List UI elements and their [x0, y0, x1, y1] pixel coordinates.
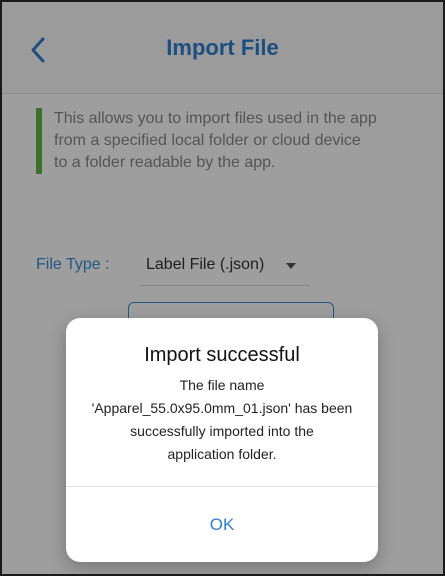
- ok-button[interactable]: OK: [66, 487, 378, 562]
- import-success-dialog: Import successful The file name 'Apparel…: [66, 318, 378, 562]
- app-window: Import File This allows you to import fi…: [0, 0, 445, 576]
- dialog-message-line: The file name: [179, 377, 265, 393]
- dialog-message-line: 'Apparel_55.0x95.0mm_01.json' has been: [91, 400, 353, 416]
- dialog-message-line: application folder.: [167, 446, 277, 462]
- dialog-message-line: successfully imported into the: [130, 423, 314, 439]
- dialog-title: Import successful: [144, 344, 300, 366]
- dialog-message: The file name 'Apparel_55.0x95.0mm_01.js…: [86, 374, 358, 466]
